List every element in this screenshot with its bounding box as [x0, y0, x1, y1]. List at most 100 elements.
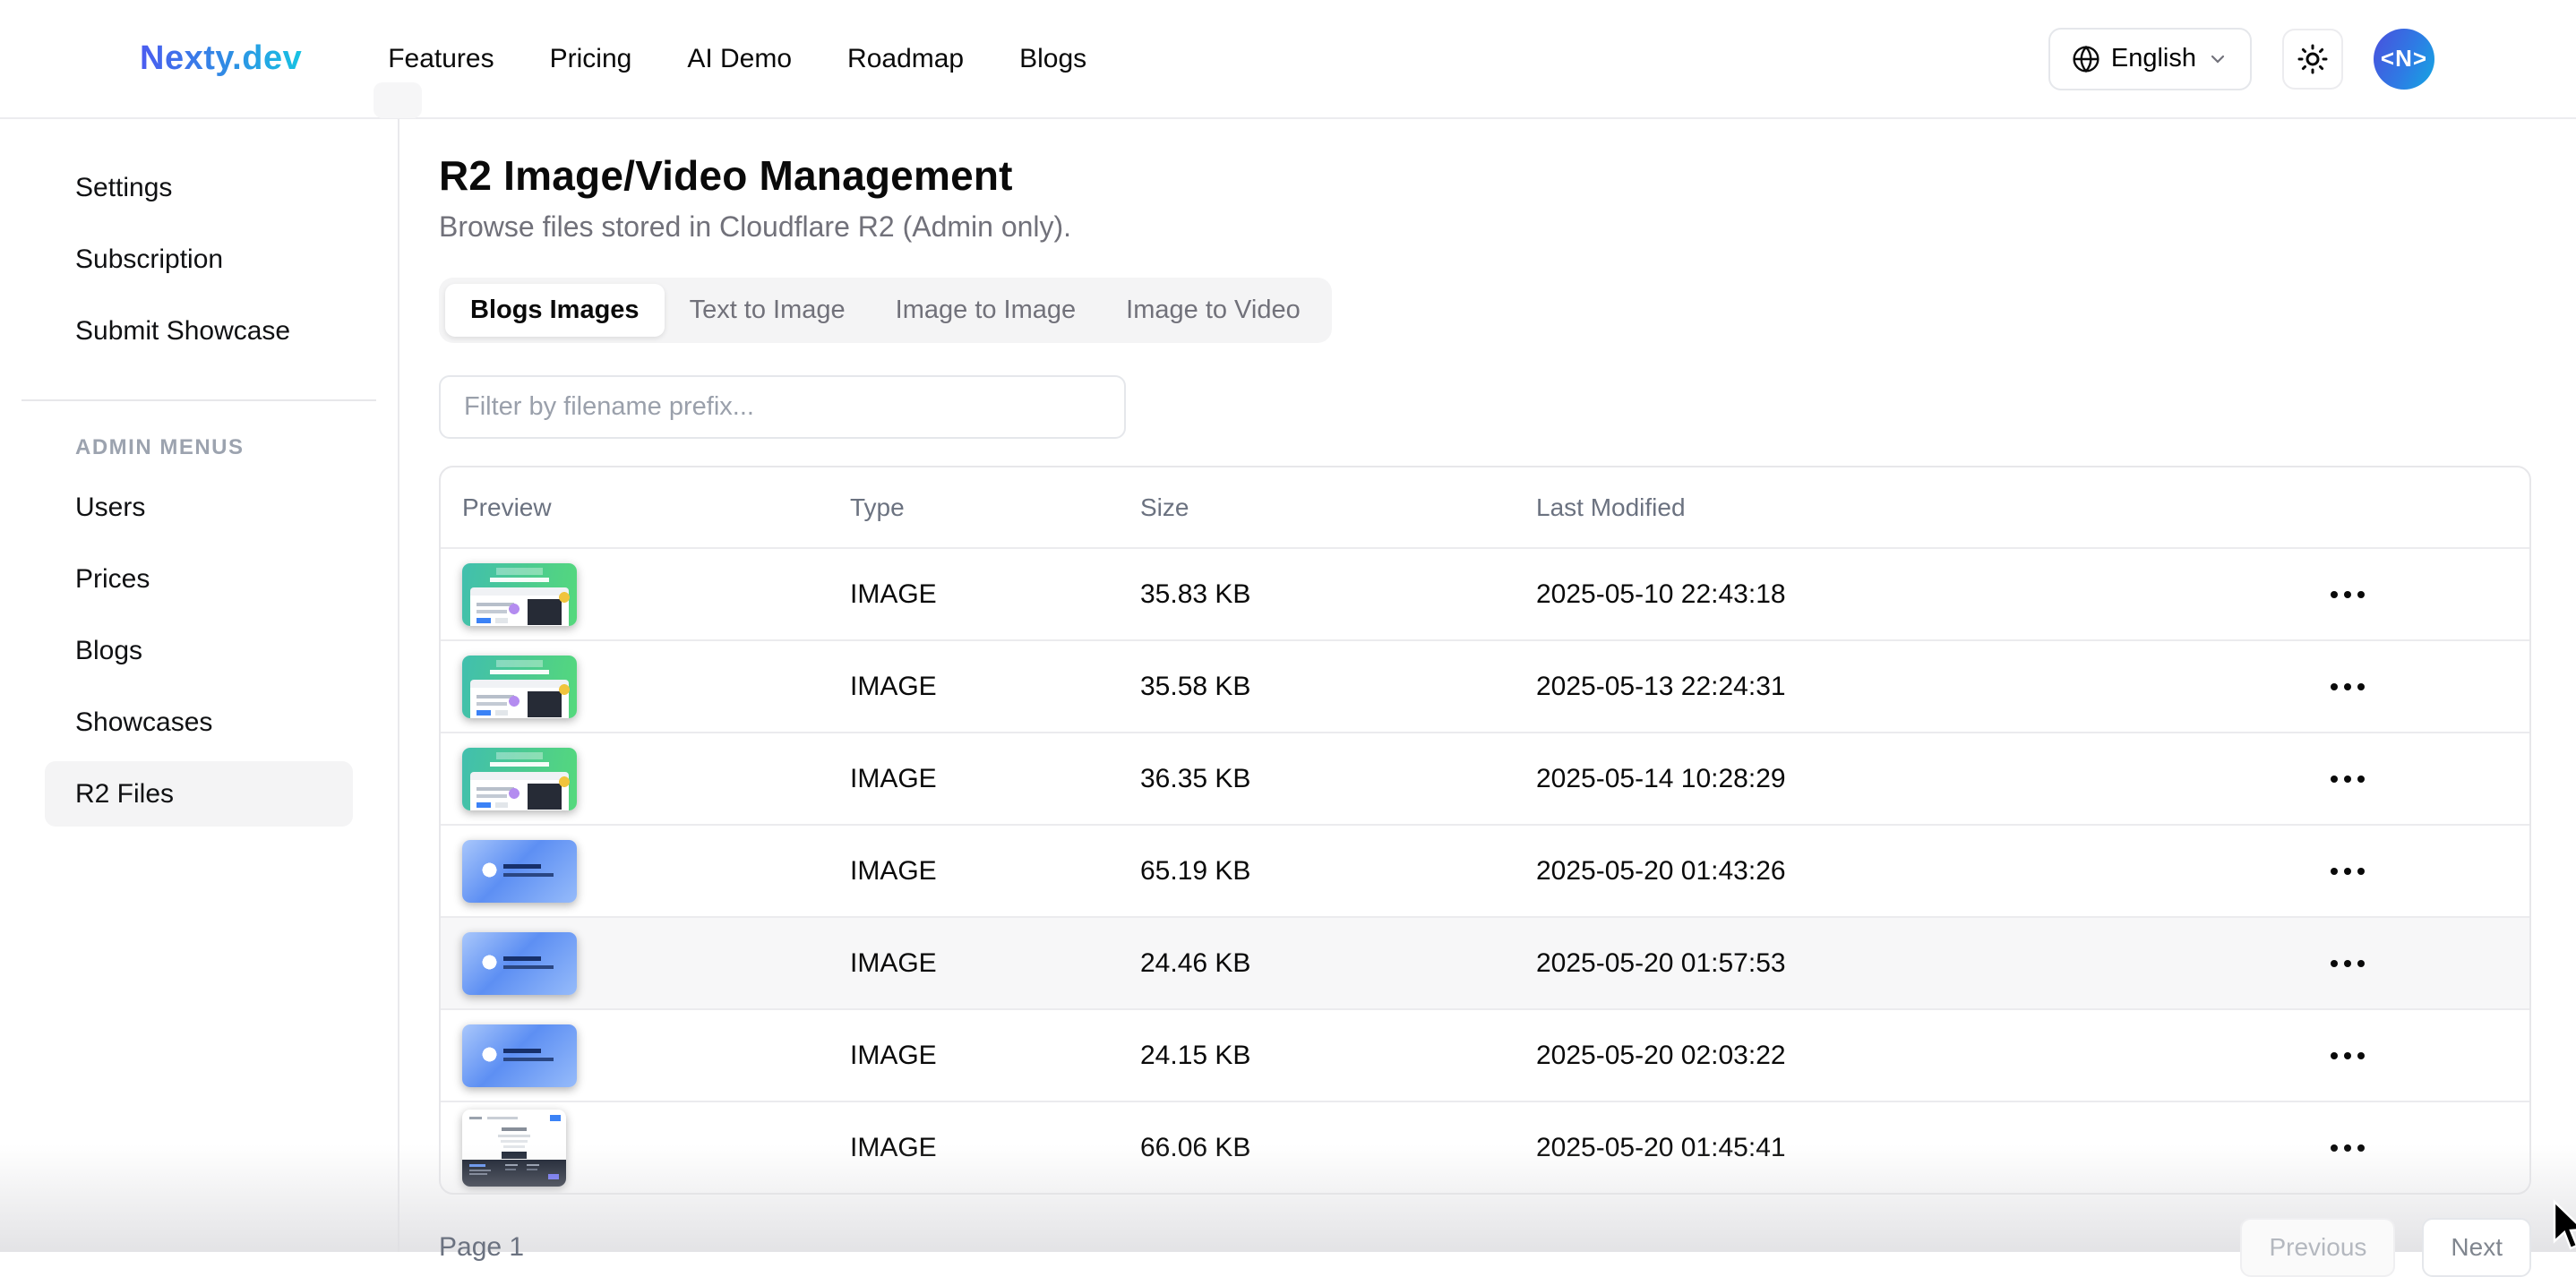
row-actions-button[interactable]: [2329, 770, 2366, 788]
ellipsis-icon: [2331, 591, 2338, 598]
next-page-button[interactable]: Next: [2422, 1218, 2531, 1277]
size-cell: 24.46 KB: [1140, 948, 1536, 979]
last-modified-cell: 2025-05-20 01:45:41: [1536, 1133, 2329, 1163]
nav-link[interactable]: Blogs: [1019, 44, 1086, 74]
file-thumbnail[interactable]: [462, 840, 577, 903]
row-actions-button[interactable]: [2329, 586, 2366, 604]
tab[interactable]: Image to Image: [871, 284, 1102, 337]
sidebar-item-label: R2 Files: [75, 779, 174, 810]
file-thumbnail[interactable]: [462, 1024, 577, 1087]
sidebar: Settings Subscription Submit Showcase AD…: [0, 119, 399, 1252]
files-table: Preview Type Size Last Modified IMAGE 35…: [439, 466, 2531, 1195]
sidebar-item[interactable]: Submit Showcase: [45, 298, 353, 364]
file-thumbnail[interactable]: [462, 932, 577, 995]
column-header-type: Type: [850, 493, 1140, 522]
size-cell: 65.19 KB: [1140, 856, 1536, 887]
row-actions-button[interactable]: [2329, 1139, 2366, 1157]
table-row: IMAGE 24.46 KB 2025-05-20 01:57:53: [441, 916, 2529, 1008]
column-header-preview: Preview: [462, 493, 850, 522]
type-cell: IMAGE: [850, 948, 1140, 979]
sidebar-item[interactable]: Subscription: [45, 227, 353, 292]
sidebar-item-label: Showcases: [75, 707, 212, 738]
sidebar-user-section: Settings Subscription Submit Showcase: [0, 155, 398, 364]
filter-section: [439, 375, 2531, 439]
last-modified-cell: 2025-05-10 22:43:18: [1536, 579, 2329, 610]
nav-link[interactable]: Roadmap: [847, 44, 964, 74]
page-subtitle: Browse files stored in Cloudflare R2 (Ad…: [439, 210, 2531, 244]
pagination: Page 1 Previous Next: [439, 1218, 2531, 1277]
sidebar-item-label: Prices: [75, 564, 150, 595]
file-thumbnail[interactable]: [462, 1110, 566, 1187]
preview-cell: [462, 1110, 850, 1187]
preview-cell: [462, 840, 850, 903]
sidebar-item[interactable]: Blogs: [45, 618, 353, 683]
row-actions-button[interactable]: [2329, 1047, 2366, 1065]
table-body: IMAGE 35.83 KB 2025-05-10 22:43:18 IMAGE…: [441, 547, 2529, 1193]
navbar-controls: English <N>: [2048, 28, 2434, 90]
sidebar-item[interactable]: R2 Files: [45, 761, 353, 827]
sidebar-item-label: Subscription: [75, 244, 223, 275]
previous-page-button[interactable]: Previous: [2240, 1218, 2395, 1277]
sidebar-item[interactable]: Settings: [45, 155, 353, 220]
type-cell: IMAGE: [850, 672, 1140, 702]
table-row: IMAGE 24.15 KB 2025-05-20 02:03:22: [441, 1008, 2529, 1101]
sidebar-item[interactable]: Prices: [45, 546, 353, 612]
sidebar-toggle-button[interactable]: [374, 82, 422, 118]
last-modified-cell: 2025-05-14 10:28:29: [1536, 764, 2329, 794]
table-row: IMAGE 65.19 KB 2025-05-20 01:43:26: [441, 824, 2529, 916]
column-header-size: Size: [1140, 493, 1536, 522]
preview-cell: [462, 563, 850, 626]
sidebar-item[interactable]: Showcases: [45, 690, 353, 755]
type-cell: IMAGE: [850, 1133, 1140, 1163]
user-avatar[interactable]: <N>: [2374, 29, 2434, 90]
sidebar-item-label: Blogs: [75, 636, 142, 666]
size-cell: 35.58 KB: [1140, 672, 1536, 702]
brand-logo[interactable]: Nexty.dev: [140, 39, 302, 78]
size-cell: 66.06 KB: [1140, 1133, 1536, 1163]
tab[interactable]: Text to Image: [665, 284, 871, 337]
row-actions-button[interactable]: [2329, 678, 2366, 696]
sidebar-item-label: Settings: [75, 173, 172, 203]
file-thumbnail[interactable]: [462, 563, 577, 626]
column-header-last-modified: Last Modified: [1536, 493, 2329, 522]
file-thumbnail[interactable]: [462, 748, 577, 810]
page-indicator: Page 1: [439, 1232, 524, 1263]
sidebar-divider: [21, 399, 376, 401]
row-actions-button[interactable]: [2329, 955, 2366, 973]
ellipsis-icon: [2331, 776, 2338, 783]
ellipsis-icon: [2331, 1144, 2338, 1152]
sidebar-item[interactable]: Users: [45, 475, 353, 540]
size-cell: 36.35 KB: [1140, 764, 1536, 794]
globe-icon: [2072, 45, 2100, 73]
nav-link[interactable]: Pricing: [550, 44, 632, 74]
sidebar-section-label: ADMIN MENUS: [75, 435, 398, 460]
language-label: English: [2111, 44, 2196, 73]
type-cell: IMAGE: [850, 856, 1140, 887]
last-modified-cell: 2025-05-20 01:43:26: [1536, 856, 2329, 887]
type-cell: IMAGE: [850, 579, 1140, 610]
table-row: IMAGE 35.83 KB 2025-05-10 22:43:18: [441, 547, 2529, 639]
ellipsis-icon: [2331, 683, 2338, 690]
ellipsis-icon: [2331, 868, 2338, 875]
preview-cell: [462, 1024, 850, 1087]
sidebar-admin-section: Users Prices Blogs Showcases R2 Files: [0, 475, 398, 827]
ellipsis-icon: [2331, 1052, 2338, 1059]
main-content: R2 Image/Video Management Browse files s…: [399, 119, 2576, 1252]
row-actions-button[interactable]: [2329, 862, 2366, 880]
language-selector[interactable]: English: [2048, 28, 2252, 90]
tab[interactable]: Blogs Images: [445, 284, 665, 337]
tab[interactable]: Image to Video: [1101, 284, 1326, 337]
filename-filter-input[interactable]: [439, 375, 1126, 439]
theme-toggle-button[interactable]: [2282, 29, 2343, 90]
nav-link[interactable]: Features: [388, 44, 494, 74]
sidebar-item-label: Submit Showcase: [75, 316, 290, 347]
file-thumbnail[interactable]: [462, 656, 577, 718]
sun-icon: [2297, 43, 2329, 75]
tab-bar: Blogs Images Text to Image Image to Imag…: [439, 278, 1332, 343]
table-header-row: Preview Type Size Last Modified: [441, 467, 2529, 547]
nav-link[interactable]: AI Demo: [687, 44, 792, 74]
page-title: R2 Image/Video Management: [439, 151, 2531, 200]
size-cell: 35.83 KB: [1140, 579, 1536, 610]
sidebar-item-label: Users: [75, 493, 145, 523]
last-modified-cell: 2025-05-13 22:24:31: [1536, 672, 2329, 702]
